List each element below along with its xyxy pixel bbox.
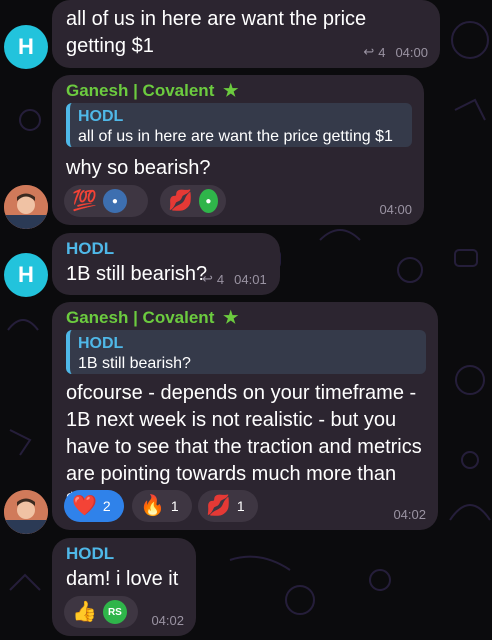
reaction-fire[interactable]: 🔥 1	[132, 490, 192, 522]
reaction-kiss[interactable]: 💋 1	[198, 490, 258, 522]
avatar[interactable]: H	[4, 25, 48, 69]
star-icon: ★	[223, 308, 239, 327]
reactor-avatar: RS	[102, 600, 127, 624]
quote-sender: HODL	[78, 335, 124, 352]
avatar[interactable]	[4, 490, 48, 534]
message-bubble[interactable]: HODL dam! i love it 👍 RS 04:02	[52, 538, 196, 636]
quote-text: all of us in here are want the price get…	[78, 128, 393, 145]
forward-count: 4	[216, 271, 225, 287]
message-meta: ↩ 4 04:01	[202, 271, 267, 287]
message-line: ofcourse - depends on your timeframe -	[66, 382, 417, 404]
heart-icon: ❤️	[72, 495, 97, 517]
reactor-avatar: ●	[102, 189, 127, 213]
sender-name[interactable]: HODL	[66, 239, 114, 259]
reaction-count: 2	[102, 498, 111, 514]
message-time: 04:00	[395, 44, 428, 60]
sender-name[interactable]: Ganesh | Covalent ★	[66, 308, 238, 328]
reply-quote[interactable]: HODL all of us in here are want the pric…	[66, 103, 412, 147]
message-text: all of us in here are want the price get…	[66, 8, 367, 57]
message-line: 1B next week is not realistic - but you	[66, 409, 397, 431]
sender-name[interactable]: HODL	[66, 544, 114, 564]
reaction-kiss[interactable]: 💋 ●	[160, 185, 226, 217]
avatar[interactable]: H	[4, 253, 48, 297]
reaction-hundred[interactable]: 💯 ●	[64, 185, 148, 217]
reaction-heart[interactable]: ❤️ 2	[64, 490, 124, 522]
kiss-icon: 💋	[168, 190, 193, 212]
message-time: 04:00	[379, 202, 412, 217]
message-meta: ↩ 4 04:00	[363, 44, 428, 60]
message-meta: 04:02	[393, 507, 426, 522]
message-text: dam! i love it	[66, 568, 179, 590]
reply-quote[interactable]: HODL 1B still bearish?	[66, 330, 426, 374]
message-bubble[interactable]: HODL 1B still bearish? ↩ 4 04:01	[52, 233, 280, 295]
hundred-icon: 💯	[72, 190, 97, 212]
star-icon: ★	[223, 81, 239, 100]
message-bubble[interactable]: Ganesh | Covalent ★ HODL 1B still bearis…	[52, 302, 438, 530]
quote-text: 1B still bearish?	[78, 355, 191, 372]
reactor-avatar: ●	[198, 189, 218, 213]
message-text: why so bearish?	[66, 157, 211, 179]
message-time: 04:02	[151, 613, 184, 628]
user-photo-icon	[4, 185, 48, 229]
user-photo-icon	[4, 490, 48, 534]
reaction-count: 1	[236, 498, 245, 514]
forward-count: 4	[378, 44, 386, 60]
reaction-thumbs-up[interactable]: 👍 RS	[64, 596, 138, 628]
message-text: 1B still bearish?	[66, 263, 208, 285]
message-bubble[interactable]: all of us in here are want the price get…	[52, 0, 440, 68]
forward-icon: ↩	[363, 44, 375, 59]
avatar[interactable]	[4, 185, 48, 229]
forward-icon: ↩	[202, 271, 213, 286]
sender-name[interactable]: Ganesh | Covalent ★	[66, 81, 238, 101]
fire-icon: 🔥	[140, 495, 165, 517]
message-bubble[interactable]: Ganesh | Covalent ★ HODL all of us in he…	[52, 75, 424, 225]
message-time: 04:02	[393, 507, 426, 522]
message-meta: 04:02	[151, 613, 184, 628]
reaction-count: 1	[170, 498, 179, 514]
message-meta: 04:00	[379, 202, 412, 217]
kiss-icon: 💋	[206, 495, 231, 517]
quote-sender: HODL	[78, 108, 124, 125]
message-line: have to see that the traction and metric…	[66, 436, 422, 458]
message-time: 04:01	[234, 271, 267, 287]
thumbs-up-icon: 👍	[72, 601, 97, 623]
